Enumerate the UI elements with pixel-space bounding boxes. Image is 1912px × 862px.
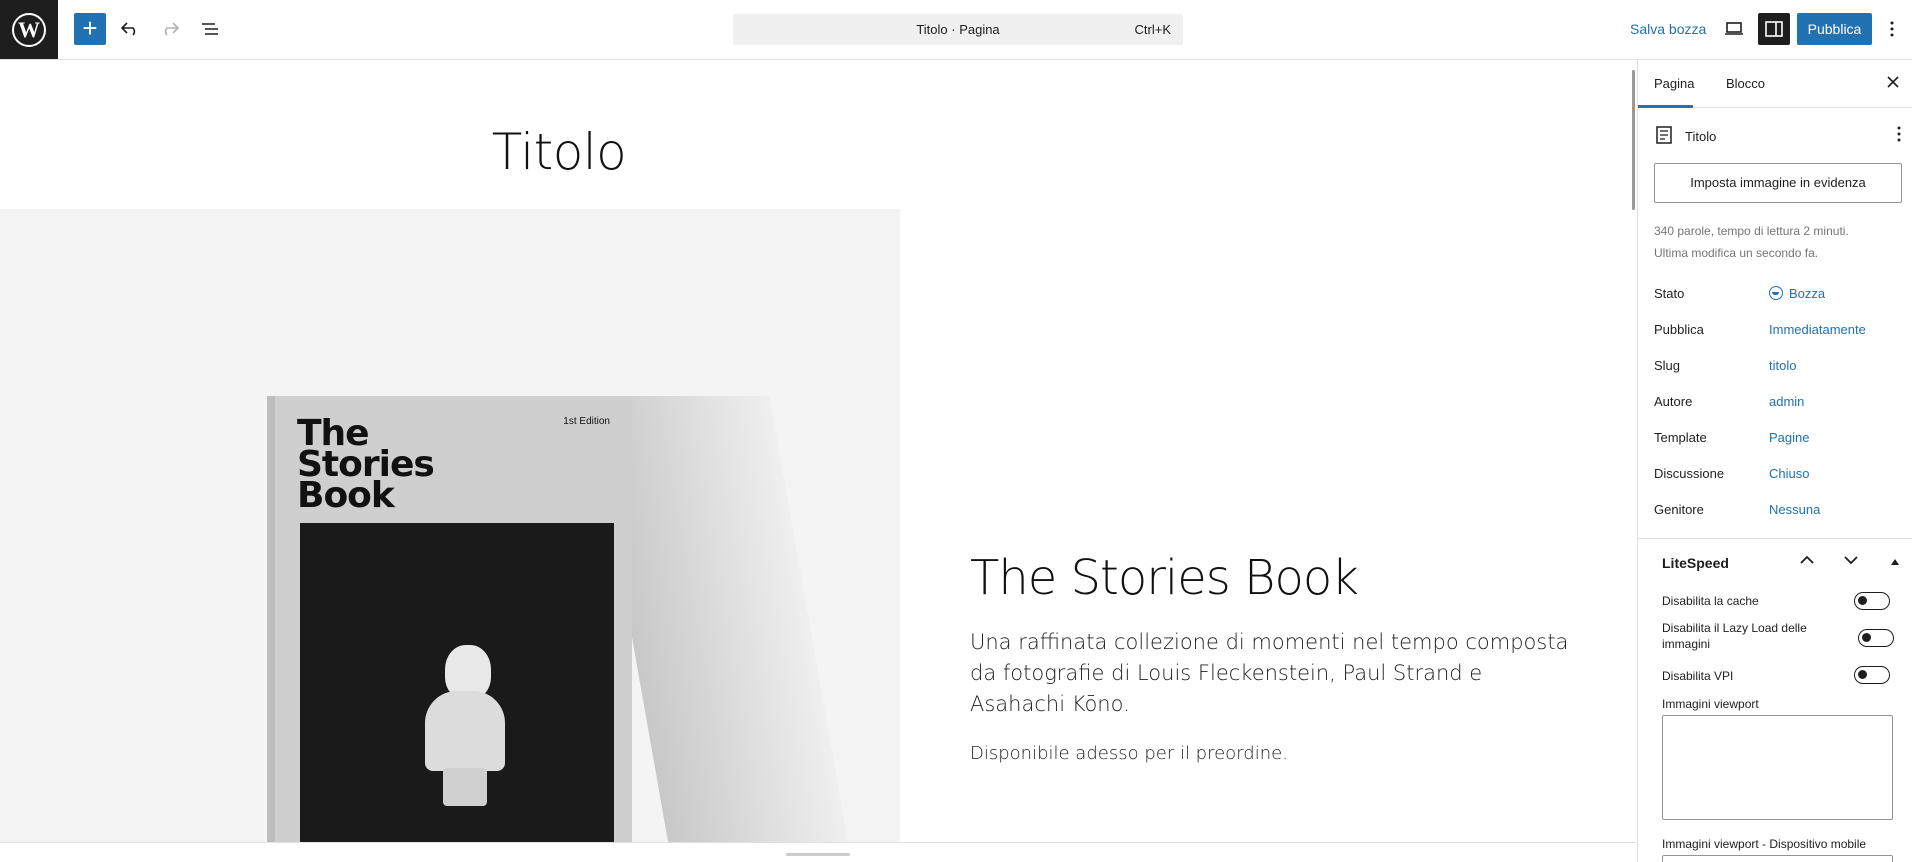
document-summary-row: Titolo xyxy=(1656,126,1901,150)
viewport-images-mobile-label: Immagini viewport - Dispositivo mobile xyxy=(1662,837,1867,851)
disable-lazy-load-toggle[interactable] xyxy=(1858,629,1894,647)
word-count-text: 340 parole, tempo di lettura 2 minuti. xyxy=(1654,224,1849,238)
template-button[interactable]: Pagine xyxy=(1769,430,1809,445)
page-icon xyxy=(1656,126,1672,144)
litespeed-panel-title[interactable]: LiteSpeed xyxy=(1662,555,1729,571)
resize-handle[interactable] xyxy=(786,853,850,856)
book-edition-label: 1st Edition xyxy=(563,416,610,427)
desktop-icon xyxy=(1725,22,1743,35)
author-label: Autore xyxy=(1654,394,1693,409)
viewport-images-mobile-textarea[interactable] xyxy=(1662,855,1893,862)
wordpress-logo-button[interactable]: W xyxy=(0,0,58,59)
viewport-images-textarea[interactable] xyxy=(1662,715,1893,820)
document-title: Titolo xyxy=(1685,129,1717,144)
hero-cta-text[interactable]: Disponibile adesso per il preordine. xyxy=(970,743,1288,764)
publish-button[interactable]: Pubblica xyxy=(1797,13,1872,45)
book-cover-image: 1st Edition The Stories Book xyxy=(267,396,632,842)
bust-body xyxy=(425,691,505,771)
tab-block[interactable]: Blocco xyxy=(1726,76,1765,91)
canvas-footer xyxy=(0,842,1636,862)
triangle-up-icon xyxy=(1891,559,1899,565)
disable-lazy-load-label: Disabilita il Lazy Load delle immagini xyxy=(1662,621,1807,651)
set-featured-image-button[interactable]: Imposta immagine in evidenza xyxy=(1654,163,1902,203)
more-vertical-icon xyxy=(1897,126,1901,142)
redo-icon xyxy=(164,22,179,36)
slug-button[interactable]: titolo xyxy=(1769,358,1796,373)
last-modified-text: Ultima modifica un secondo fa. xyxy=(1654,246,1819,260)
add-block-button[interactable]: + xyxy=(74,13,106,45)
template-label: Template xyxy=(1654,430,1707,445)
parent-label: Genitore xyxy=(1654,502,1704,517)
undo-icon xyxy=(121,22,136,36)
move-up-button[interactable] xyxy=(1800,552,1814,568)
document-title-label: Titolo · Pagina xyxy=(916,22,1000,37)
close-icon xyxy=(1887,76,1899,88)
document-overview-button[interactable] xyxy=(194,13,226,45)
disable-cache-toggle[interactable] xyxy=(1854,592,1890,610)
save-draft-button[interactable]: Salva bozza xyxy=(1630,21,1706,37)
hero-description[interactable]: Una raffinata collezione di momenti nel … xyxy=(970,627,1570,720)
undo-button[interactable] xyxy=(114,13,146,45)
status-value-button[interactable]: Bozza xyxy=(1769,286,1825,301)
sidebar-icon xyxy=(1765,21,1783,37)
publish-label: Pubblica xyxy=(1654,322,1704,337)
settings-sidebar: Pagina Blocco Titolo Imposta immagine in… xyxy=(1637,60,1912,862)
document-meta-info: 340 parole, tempo di lettura 2 minuti. U… xyxy=(1654,220,1904,264)
status-label: Stato xyxy=(1654,286,1685,301)
draft-status-icon xyxy=(1769,286,1783,300)
disable-cache-label: Disabilita la cache xyxy=(1662,594,1759,608)
options-menu-button[interactable] xyxy=(1880,13,1904,45)
settings-sidebar-button[interactable] xyxy=(1758,13,1790,45)
redo-button[interactable] xyxy=(154,13,186,45)
more-vertical-icon xyxy=(1890,21,1894,37)
command-palette-bar[interactable]: Titolo · Pagina Ctrl+K xyxy=(733,14,1183,45)
close-sidebar-button[interactable] xyxy=(1887,72,1899,93)
viewport-images-label: Immagini viewport xyxy=(1662,697,1759,711)
page-title[interactable]: Titolo xyxy=(0,123,1118,181)
tab-page[interactable]: Pagina xyxy=(1654,76,1694,91)
disable-vpi-toggle[interactable] xyxy=(1854,666,1890,684)
disable-vpi-label: Disabilita VPI xyxy=(1662,669,1734,683)
parent-button[interactable]: Nessuna xyxy=(1769,502,1820,517)
chevron-down-icon xyxy=(1844,556,1858,565)
publish-date-button[interactable]: Immediatamente xyxy=(1769,322,1866,337)
section-divider xyxy=(1638,538,1912,539)
wordpress-icon: W xyxy=(12,12,46,47)
active-tab-indicator xyxy=(1638,105,1693,108)
chevron-up-icon xyxy=(1800,555,1814,564)
document-actions-button[interactable] xyxy=(1897,126,1901,145)
discussion-button[interactable]: Chiuso xyxy=(1769,466,1809,481)
author-button[interactable]: admin xyxy=(1769,394,1804,409)
status-value: Bozza xyxy=(1789,286,1826,301)
command-shortcut-label: Ctrl+K xyxy=(1134,22,1171,37)
list-view-icon xyxy=(202,23,218,35)
preview-button[interactable] xyxy=(1718,13,1750,45)
canvas-scrollbar[interactable] xyxy=(1632,70,1635,210)
discussion-label: Discussione xyxy=(1654,466,1725,481)
hero-heading[interactable]: The Stories Book xyxy=(970,550,1359,606)
bust-base xyxy=(443,768,487,806)
book-cover-photo xyxy=(300,523,614,842)
editor-header: W + Titolo · Pagina Ctrl+K Salva bozza P… xyxy=(0,0,1912,60)
move-down-button[interactable] xyxy=(1844,552,1858,568)
slug-label: Slug xyxy=(1654,358,1681,373)
editor-canvas[interactable]: Titolo 1st Edition The Stories Book The … xyxy=(0,60,1636,842)
book-cover-title: The Stories Book xyxy=(297,416,435,514)
collapse-panel-button[interactable] xyxy=(1891,552,1899,568)
sidebar-tabs: Pagina Blocco xyxy=(1638,60,1912,108)
